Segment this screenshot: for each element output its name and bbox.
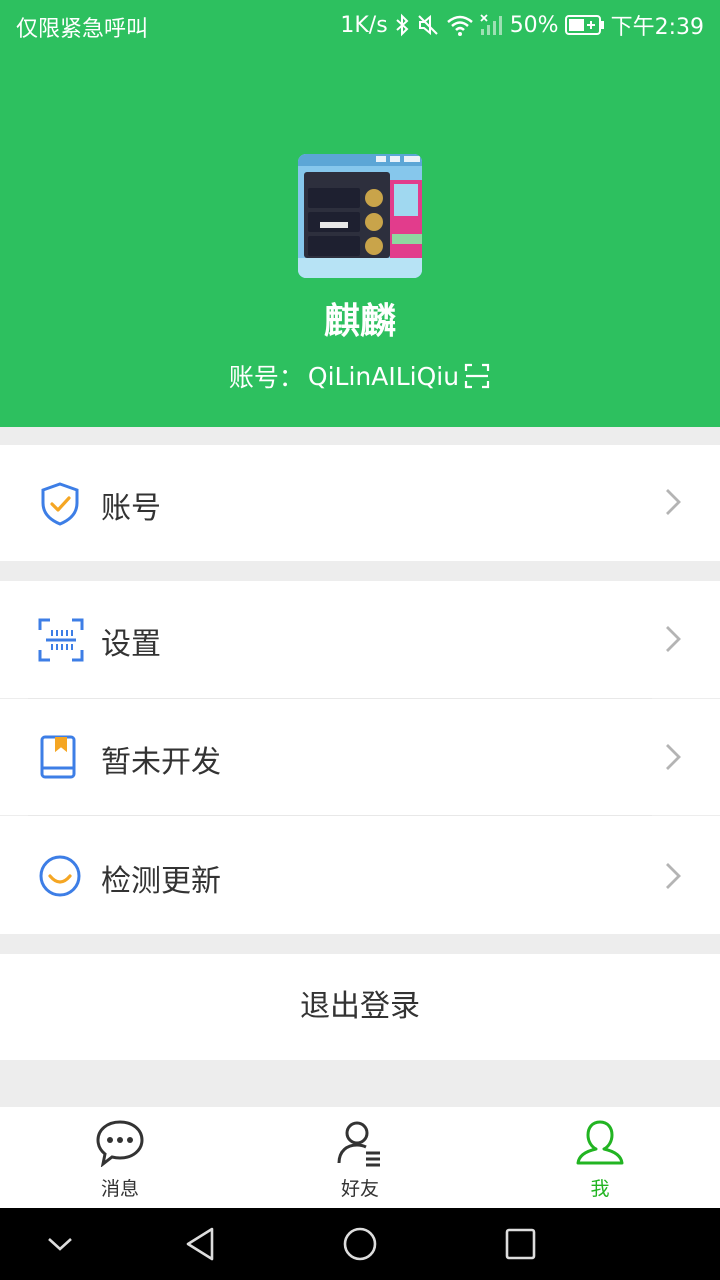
battery-icon [564, 15, 604, 35]
bluetooth-icon [396, 13, 409, 37]
menu-item-settings[interactable]: 设置 [0, 581, 720, 698]
system-nav-bar [0, 1208, 720, 1280]
account-id-prefix: 账号： [228, 363, 304, 392]
chevron-right-icon [666, 863, 681, 889]
chat-bubble-icon [96, 1120, 144, 1167]
logout-button[interactable]: 退出登录 [0, 954, 720, 1060]
account-id: QiLinAILiQiu [307, 361, 460, 391]
friends-icon [337, 1121, 380, 1167]
back-icon[interactable] [184, 1226, 216, 1262]
menu-item-not-developed[interactable]: 暂未开发 [0, 699, 720, 815]
bookmark-book-icon [40, 735, 76, 779]
clock: 下午2:39 [610, 15, 704, 40]
chevron-down-icon[interactable] [46, 1234, 74, 1254]
signal-icon [480, 14, 502, 35]
chevron-right-icon [666, 626, 681, 652]
tab-label: 消息 [100, 1178, 139, 1200]
battery-percent: 50% [509, 12, 559, 38]
chevron-right-icon [666, 489, 681, 515]
qr-scan-icon[interactable] [463, 362, 491, 390]
menu-label-not-developed: 暂未开发 [101, 745, 221, 780]
tab-me[interactable]: 我 [500, 1107, 700, 1208]
person-icon [576, 1120, 624, 1165]
account-id-line: 账号： QiLinAILiQiu [0, 358, 720, 394]
smile-circle-icon [39, 855, 81, 897]
network-speed: 1K/s [340, 12, 388, 38]
recents-icon[interactable] [504, 1226, 536, 1262]
scan-frame-icon [38, 618, 84, 662]
mute-icon [417, 14, 438, 36]
menu-label-settings: 设置 [101, 627, 161, 662]
chevron-right-icon [666, 744, 681, 770]
menu-item-account[interactable]: 账号 [0, 445, 720, 561]
nickname: 麒麟 [323, 301, 396, 342]
menu-label-account: 账号 [101, 491, 161, 526]
profile-header: 仅限紧急呼叫 1K/s 50% 下午2:39 麒麟 账号： QiLinAILiQ… [0, 0, 720, 427]
home-icon[interactable] [342, 1226, 378, 1262]
status-icons: 1K/s 50% 下午2:39 [340, 9, 704, 41]
tab-label: 我 [590, 1178, 610, 1200]
carrier-text: 仅限紧急呼叫 [16, 17, 149, 42]
menu-item-check-update[interactable]: 检测更新 [0, 816, 720, 934]
tab-friends[interactable]: 好友 [260, 1107, 460, 1208]
menu-label-check-update: 检测更新 [101, 864, 221, 899]
shield-check-icon [41, 482, 79, 526]
avatar[interactable] [298, 154, 422, 278]
tab-messages[interactable]: 消息 [20, 1107, 220, 1208]
status-bar: 仅限紧急呼叫 1K/s 50% 下午2:39 [0, 0, 720, 50]
wifi-icon [446, 15, 473, 36]
tab-label: 好友 [340, 1178, 379, 1200]
bottom-tab-bar: 消息 好友 我 [0, 1107, 720, 1208]
